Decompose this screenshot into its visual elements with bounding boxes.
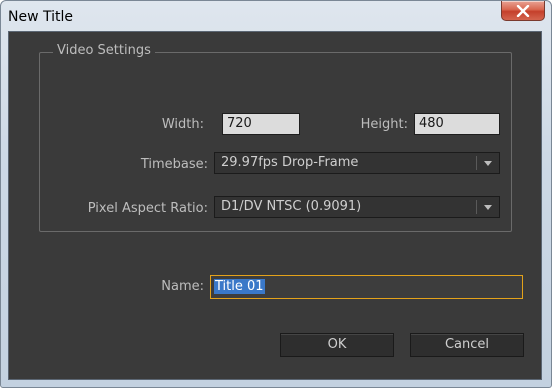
chevron-down-icon [484,205,492,210]
timebase-value: 29.97fps Drop-Frame [221,155,359,170]
dropdown-separator [476,200,477,214]
height-input[interactable]: 480 [414,113,500,135]
close-button[interactable] [501,1,545,21]
window-title: New Title [8,9,73,25]
chevron-down-icon [484,161,492,166]
close-x-icon [516,4,530,17]
pixel-aspect-ratio-dropdown[interactable]: D1/DV NTSC (0.9091) [214,196,500,218]
timebase-dropdown[interactable]: 29.97fps Drop-Frame [214,152,500,174]
video-settings-legend: Video Settings [53,43,155,58]
cancel-button[interactable]: Cancel [410,333,524,357]
pixel-aspect-ratio-label: Pixel Aspect Ratio: [87,201,208,216]
width-input[interactable]: 720 [222,113,300,135]
dropdown-separator [476,156,477,170]
name-value-selected: Title 01 [214,279,265,294]
name-label: Name: [161,279,204,294]
name-input[interactable]: Title 01 [210,275,523,299]
height-label: Height: [360,117,408,132]
pixel-aspect-ratio-value: D1/DV NTSC (0.9091) [221,199,362,214]
timebase-label: Timebase: [140,157,208,172]
ok-button[interactable]: OK [280,333,394,357]
title-bar[interactable]: New Title [1,1,551,33]
width-label: Width: [161,117,204,132]
